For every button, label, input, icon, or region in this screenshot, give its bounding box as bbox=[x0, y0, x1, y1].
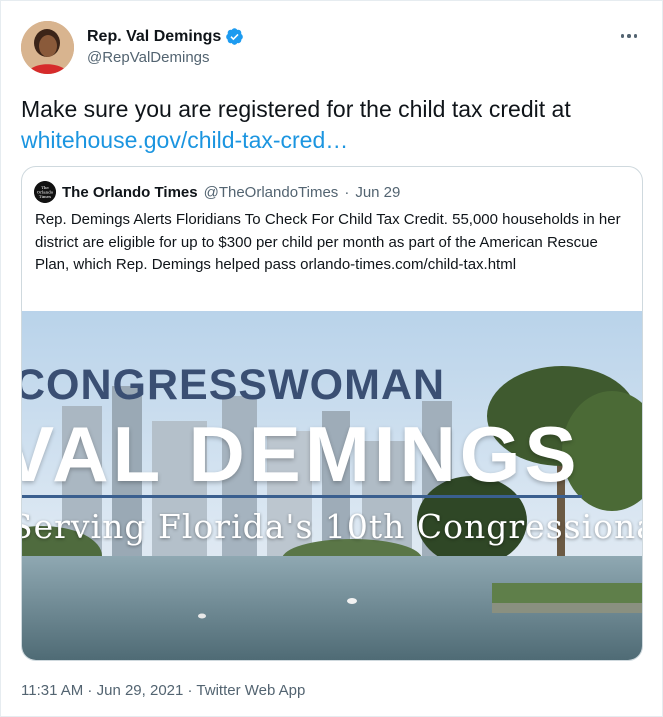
tweet-source: Twitter Web App bbox=[196, 682, 306, 699]
svg-text:Times: Times bbox=[39, 194, 51, 199]
media-caption-line3: Serving Florida's 10th Congressional bbox=[22, 507, 643, 546]
quoted-tweet-header: The Orlando Times The Orlando Times @The… bbox=[34, 181, 400, 203]
meta-separator: · bbox=[83, 682, 97, 699]
media-divider bbox=[22, 495, 582, 498]
verified-badge-icon bbox=[226, 28, 244, 45]
tweet-meta: 11:31 AM · Jun 29, 2021 · Twitter Web Ap… bbox=[21, 682, 305, 699]
quoted-media-image[interactable]: CONGRESSWOMAN VAL DEMINGS Serving Florid… bbox=[22, 311, 643, 660]
author-block: Rep. Val Demings @RepValDemings bbox=[87, 27, 244, 66]
tweet-card: Rep. Val Demings @RepValDemings Make sur… bbox=[0, 0, 663, 717]
quoted-author-avatar[interactable]: The Orlando Times bbox=[34, 181, 56, 203]
author-avatar[interactable] bbox=[21, 21, 74, 74]
tweet-time[interactable]: 11:31 AM bbox=[21, 682, 83, 699]
quoted-author-handle[interactable]: @TheOrlandoTimes bbox=[204, 184, 339, 201]
quoted-tweet-text: Rep. Demings Alerts Floridians To Check … bbox=[35, 211, 621, 273]
author-handle[interactable]: @RepValDemings bbox=[87, 49, 244, 66]
tweet-link[interactable]: whitehouse.gov/child-tax-cred… bbox=[21, 127, 348, 153]
author-name[interactable]: Rep. Val Demings bbox=[87, 28, 221, 46]
quoted-separator: · bbox=[344, 183, 350, 201]
quoted-tweet[interactable]: The Orlando Times The Orlando Times @The… bbox=[21, 166, 643, 661]
quoted-date[interactable]: Jun 29 bbox=[355, 184, 400, 201]
meta-separator: · bbox=[183, 682, 197, 699]
quoted-author-name[interactable]: The Orlando Times bbox=[62, 184, 198, 201]
tweet-date[interactable]: Jun 29, 2021 bbox=[97, 682, 184, 699]
media-caption-line2: VAL DEMINGS bbox=[22, 410, 581, 498]
tweet-body: Make sure you are registered for the chi… bbox=[21, 96, 571, 122]
more-options-icon[interactable] bbox=[618, 25, 640, 47]
media-caption-line1: CONGRESSWOMAN bbox=[22, 361, 446, 409]
tweet-text: Make sure you are registered for the chi… bbox=[21, 94, 646, 156]
